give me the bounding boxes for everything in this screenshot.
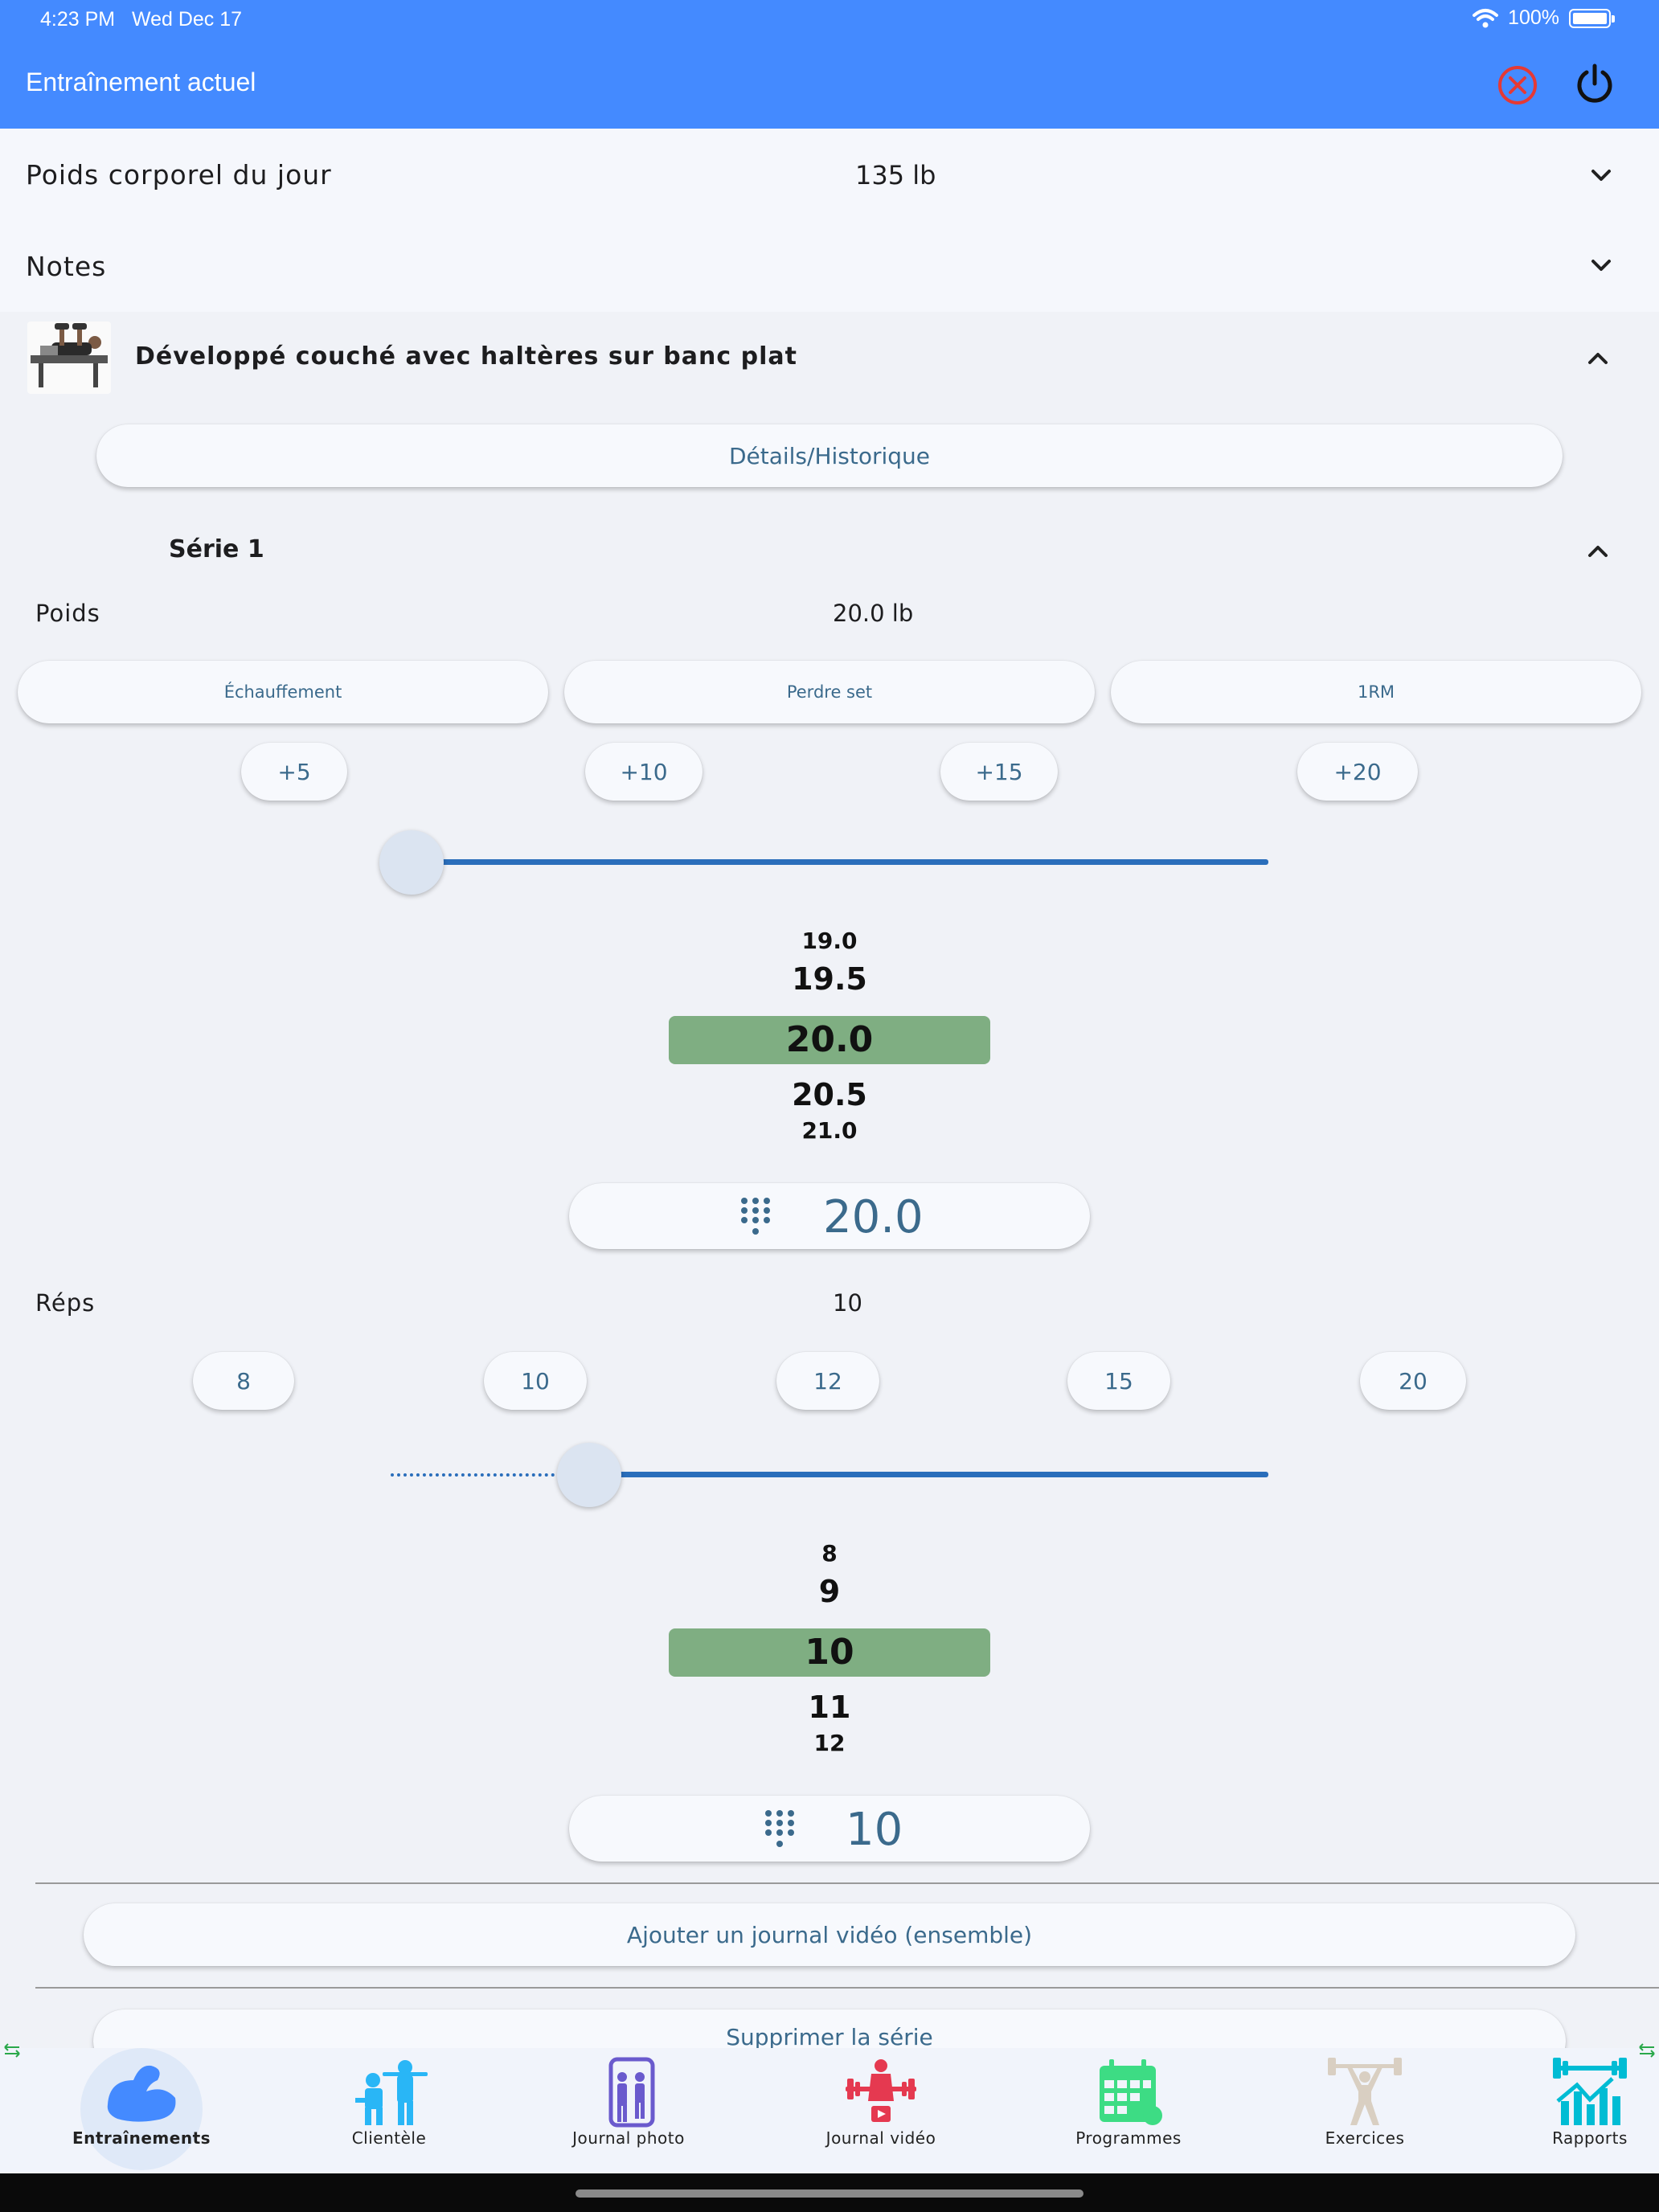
nav-photo-journal[interactable]: Journal photo — [532, 2048, 725, 2173]
reps-preset-button[interactable]: 10 — [484, 1352, 587, 1410]
add-5-button[interactable]: +5 — [241, 743, 347, 801]
clients-icon — [355, 2060, 428, 2125]
reps-picker-item[interactable]: 11 — [669, 1690, 990, 1725]
chevron-down-icon[interactable] — [1585, 159, 1617, 191]
scroll-left-icon[interactable] — [3, 2043, 21, 2058]
reps-slider-track[interactable] — [589, 1472, 1268, 1477]
warmup-button[interactable]: Échauffement — [18, 661, 548, 723]
chevron-down-icon[interactable] — [1585, 249, 1617, 281]
add-10-button[interactable]: +10 — [585, 743, 703, 801]
reps-preset-button[interactable]: 8 — [193, 1352, 294, 1410]
nav-label: Exercices — [1325, 2128, 1405, 2148]
nav-workouts[interactable]: Entraînements — [45, 2048, 238, 2173]
weight-entry-button[interactable]: 20.0 — [569, 1183, 1090, 1249]
cancel-workout-icon[interactable] — [1495, 63, 1540, 108]
weight-label: Poids — [35, 600, 100, 627]
nav-label: Rapports — [1552, 2128, 1628, 2148]
reps-entry-value: 10 — [846, 1804, 903, 1856]
weight-picker-item-selected[interactable]: 20.0 — [669, 1019, 990, 1060]
weight-picker-item[interactable]: 19.0 — [669, 928, 990, 954]
reps-label: Réps — [35, 1289, 96, 1317]
nav-label: Journal vidéo — [825, 2128, 936, 2148]
weight-entry-value: 20.0 — [823, 1191, 924, 1243]
add-20-button[interactable]: +20 — [1297, 743, 1418, 801]
photo-journal-icon — [608, 2057, 655, 2128]
video-journal-icon — [846, 2059, 916, 2122]
reps-slider-ticks — [391, 1473, 567, 1477]
nav-label: Clientèle — [351, 2128, 427, 2148]
reps-slider-thumb[interactable] — [557, 1443, 622, 1507]
reps-picker-item-selected[interactable]: 10 — [669, 1632, 990, 1673]
status-right: 100% — [1473, 6, 1615, 30]
exercise-panel — [0, 312, 1659, 2048]
drop-set-button[interactable]: Perdre set — [564, 661, 1095, 723]
reps-picker-item[interactable]: 12 — [669, 1730, 990, 1754]
add-video-log-button[interactable]: Ajouter un journal vidéo (ensemble) — [84, 1903, 1575, 1966]
add-15-button[interactable]: +15 — [940, 743, 1058, 801]
status-time: 4:23 PM Wed Dec 17 — [40, 8, 243, 31]
one-rm-button[interactable]: 1RM — [1111, 661, 1641, 723]
body-weight-row[interactable]: Poids corporel du jour 135 lb — [0, 129, 1659, 220]
notes-row[interactable]: Notes — [0, 220, 1659, 312]
divider — [35, 1882, 1659, 1884]
weight-slider-track[interactable] — [412, 859, 1268, 865]
nav-label: Entraînements — [72, 2128, 211, 2148]
reps-entry-button[interactable]: 10 — [569, 1796, 1090, 1862]
weight-picker-item[interactable]: 21.0 — [669, 1117, 990, 1141]
body-weight-label: Poids corporel du jour — [26, 159, 332, 190]
home-indicator[interactable] — [576, 2189, 1083, 2198]
reps-value: 10 — [833, 1289, 862, 1317]
bicep-icon — [107, 2065, 176, 2122]
notes-label: Notes — [26, 251, 107, 282]
reps-picker-wheel[interactable]: 8 9 10 11 12 — [669, 1529, 990, 1762]
reports-icon — [1553, 2058, 1627, 2125]
status-bar: 4:23 PM Wed Dec 17 100% — [0, 0, 1659, 40]
keypad-icon — [741, 1198, 770, 1235]
set-title: Série 1 — [169, 535, 264, 563]
reps-preset-button[interactable]: 15 — [1067, 1352, 1170, 1410]
nav-programs[interactable]: Programmes — [1032, 2048, 1225, 2173]
app-bar: Entraînement actuel — [0, 40, 1659, 129]
exercise-name: Développé couché avec haltères sur banc … — [135, 342, 797, 371]
weight-picker-item[interactable]: 20.5 — [669, 1077, 990, 1112]
nav-clients[interactable]: Clientèle — [293, 2048, 485, 2173]
reps-picker-item[interactable]: 9 — [669, 1574, 990, 1609]
nav-exercises[interactable]: Exercices — [1268, 2048, 1461, 2173]
battery-percent: 100% — [1508, 6, 1559, 29]
chevron-up-icon[interactable] — [1582, 342, 1614, 375]
nav-reports[interactable]: Rapports — [1493, 2048, 1659, 2173]
reps-picker-item[interactable]: 8 — [669, 1540, 990, 1567]
keypad-icon — [765, 1810, 794, 1847]
reps-preset-button[interactable]: 12 — [776, 1352, 879, 1410]
wifi-icon — [1473, 8, 1499, 27]
weight-value: 20.0 lb — [833, 600, 914, 627]
details-history-button[interactable]: Détails/Historique — [96, 424, 1563, 487]
calendar-icon — [1100, 2059, 1162, 2125]
battery-icon — [1569, 8, 1615, 28]
chevron-up-icon[interactable] — [1582, 535, 1614, 567]
weightlifter-icon — [1328, 2058, 1402, 2125]
power-icon[interactable] — [1572, 61, 1617, 106]
exercise-thumbnail — [27, 322, 111, 394]
body-weight-value: 135 lb — [855, 160, 936, 190]
nav-video-journal[interactable]: Journal vidéo — [784, 2048, 977, 2173]
weight-picker-wheel[interactable]: 19.0 19.5 20.0 20.5 21.0 — [669, 916, 990, 1149]
reps-preset-button[interactable]: 20 — [1360, 1352, 1466, 1410]
page-title: Entraînement actuel — [26, 68, 256, 96]
nav-label: Programmes — [1075, 2128, 1182, 2148]
weight-slider-thumb[interactable] — [379, 830, 444, 895]
nav-label: Journal photo — [572, 2128, 685, 2148]
divider — [35, 1987, 1659, 1989]
weight-picker-item[interactable]: 19.5 — [669, 961, 990, 997]
home-indicator-bar — [0, 2173, 1659, 2212]
